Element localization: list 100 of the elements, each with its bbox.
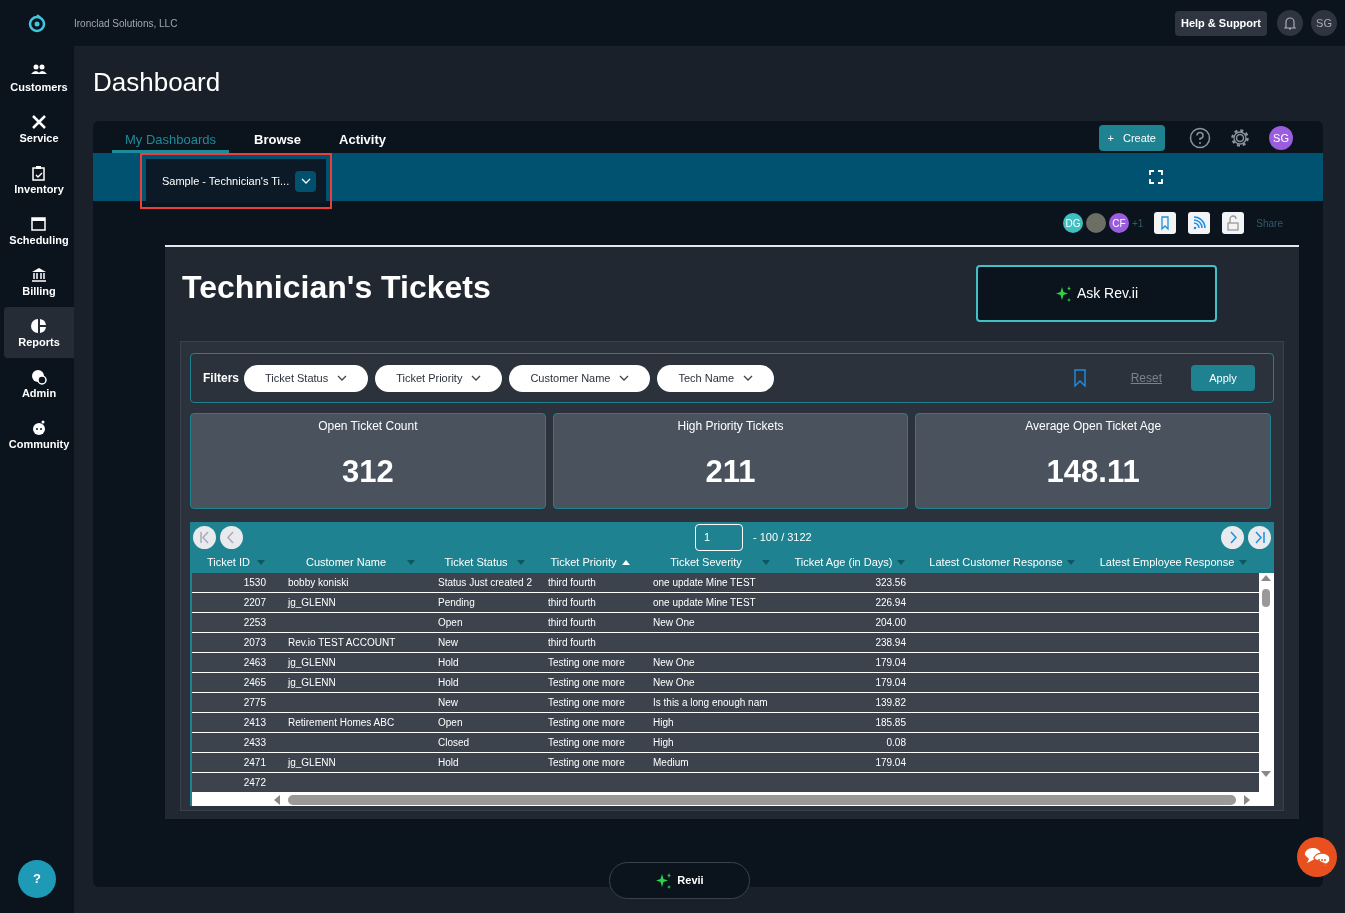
dashboard-selector[interactable]: Sample - Technician's Ti... [146, 159, 326, 203]
more-count: +1 [1131, 216, 1144, 231]
horizontal-scrollbar[interactable] [272, 794, 1252, 806]
sidebar-item[interactable]: Customers [4, 52, 74, 103]
last-page-icon[interactable] [1248, 525, 1271, 549]
sidebar-item[interactable]: Reports [4, 307, 74, 358]
table-cell: Testing one more [548, 737, 625, 748]
sidebar-item[interactable]: Scheduling [4, 205, 74, 256]
table-cell: Testing one more [548, 677, 625, 688]
table-cell: 0.08 [886, 737, 906, 748]
tab[interactable]: Activity [326, 121, 399, 153]
column-header[interactable]: Ticket Status [435, 554, 517, 571]
sidebar-item[interactable]: Service [4, 103, 74, 154]
table-cell: 2471 [243, 757, 266, 768]
company-name: Ironclad Solutions, LLC [74, 16, 178, 31]
user-avatar: CF [1108, 213, 1129, 233]
table-cell: Pending [438, 597, 475, 608]
filter-dropdown[interactable]: Tech Name [657, 364, 775, 392]
table-row[interactable]: 2073 Rev.io TEST ACCOUNT New third fourth 238.94 [192, 633, 1259, 653]
table-row[interactable]: 2207 jg_GLENN Pending third fourth one update Mine TEST 226.94 [192, 593, 1259, 613]
table-row[interactable]: 2253 Open third fourth New One 204.00 [192, 613, 1259, 633]
table-cell: 2463 [243, 657, 266, 668]
table-cell: 179.04 [875, 677, 906, 688]
chat-icon[interactable] [1297, 837, 1337, 877]
column-header[interactable]: Ticket ID [200, 554, 257, 571]
ask-ai-button[interactable]: Ask Rev.ii [976, 265, 1217, 322]
table-cell: High [653, 717, 674, 728]
table-cell: Status Just created 2 [438, 577, 532, 588]
table-cell: Open [438, 617, 463, 628]
first-page-icon[interactable] [193, 525, 216, 549]
chevron-down-icon [743, 375, 754, 381]
chevron-down-icon [471, 375, 482, 381]
table-cell: New One [653, 677, 695, 688]
filter-dropdown[interactable]: Ticket Status [244, 364, 369, 392]
clipboard-icon [31, 164, 47, 181]
table-row[interactable]: 2471 jg_GLENN Hold Testing one more Medium 179.04 [192, 753, 1259, 773]
table-cell: Retirement Homes ABC [288, 717, 395, 728]
rss-icon[interactable] [1188, 212, 1211, 234]
bell-icon [1284, 16, 1296, 30]
table-row[interactable]: 2472 [192, 773, 1259, 793]
table-row[interactable]: 1530 bobby koniski Status Just created 2 third fourth one update Mine TEST 323.56 [192, 573, 1259, 593]
sidebar-item[interactable]: Billing [4, 256, 74, 307]
column-header[interactable]: Latest Employee Response [1095, 554, 1239, 571]
page-number-field[interactable]: 1 [695, 523, 743, 551]
column-header[interactable]: Ticket Age (in Days) [790, 554, 897, 571]
chevron-down-icon [337, 375, 348, 381]
table-cell: one update Mine TEST [653, 597, 756, 608]
column-header[interactable]: Ticket Severity [650, 554, 762, 571]
table-cell: 179.04 [875, 757, 906, 768]
pie-chart-icon [31, 317, 47, 334]
kpi-title: Open Ticket Count [318, 418, 418, 435]
unlocked-icon[interactable] [1222, 212, 1245, 234]
notifications-button[interactable] [1277, 10, 1303, 36]
table-row[interactable]: 2775 New Testing one more Is this a long enough nam 139.82 [192, 693, 1259, 713]
help-icon[interactable] [1189, 127, 1211, 149]
user-avatar[interactable]: SG [1311, 10, 1337, 36]
table-row[interactable]: 2413 Retirement Homes ABC Open Testing one more High 185.85 [192, 713, 1259, 733]
table-cell: bobby koniski [288, 577, 349, 588]
table-cell: 2433 [243, 737, 266, 748]
sidebar-item[interactable]: Community [4, 409, 74, 460]
table-cell: third fourth [548, 617, 596, 628]
table-row[interactable]: 2465 jg_GLENN Hold Testing one more New One 179.04 [192, 673, 1259, 693]
bookmark-icon[interactable] [1154, 212, 1177, 234]
kpi-title: Average Open Ticket Age [1025, 418, 1162, 435]
table-cell: third fourth [548, 577, 596, 588]
table-cell: 179.04 [875, 657, 906, 668]
next-page-icon[interactable] [1221, 525, 1244, 549]
sidebar-item[interactable]: Admin [4, 358, 74, 409]
assistant-button[interactable]: Revii [609, 862, 750, 899]
user-avatar[interactable]: SG [1269, 126, 1293, 150]
table-row[interactable]: 2433 Closed Testing one more High 0.08 [192, 733, 1259, 753]
table-row[interactable]: 2463 jg_GLENN Hold Testing one more New One 179.04 [192, 653, 1259, 673]
table-cell: Is this a long enough nam [653, 697, 768, 708]
table-cell: Hold [438, 677, 459, 688]
sparkle-icon [1054, 285, 1071, 302]
table-cell: Hold [438, 757, 459, 768]
fullscreen-icon[interactable] [1149, 170, 1163, 184]
help-support-button[interactable]: Help & Support [1174, 10, 1267, 36]
filter-dropdown[interactable]: Ticket Priority [375, 364, 503, 392]
column-header[interactable]: Latest Customer Response [925, 554, 1067, 571]
create-button[interactable]: + Create [1098, 125, 1165, 151]
apply-button[interactable]: Apply [1191, 365, 1255, 391]
column-header[interactable]: Ticket Priority [545, 554, 622, 571]
kpi-title: High Priority Tickets [677, 418, 784, 435]
table-cell: 185.85 [875, 717, 906, 728]
table-cell: 2253 [243, 617, 266, 628]
table-cell: jg_GLENN [288, 677, 336, 688]
table-cell: 2073 [243, 637, 266, 648]
column-header[interactable]: Customer Name [285, 554, 407, 571]
filters-label: Filters [203, 370, 239, 387]
page-range: - 100 / 3122 [753, 529, 812, 545]
table-cell: third fourth [548, 637, 596, 648]
sidebar-item[interactable]: Inventory [4, 154, 74, 205]
filter-dropdown[interactable]: Customer Name [509, 364, 651, 392]
table-cell: 1530 [243, 577, 266, 588]
previous-page-icon[interactable] [220, 525, 243, 549]
tab[interactable]: Browse [241, 121, 314, 153]
chevron-down-icon [619, 375, 630, 381]
settings-icon[interactable] [1229, 127, 1251, 149]
table-cell: Medium [653, 757, 689, 768]
